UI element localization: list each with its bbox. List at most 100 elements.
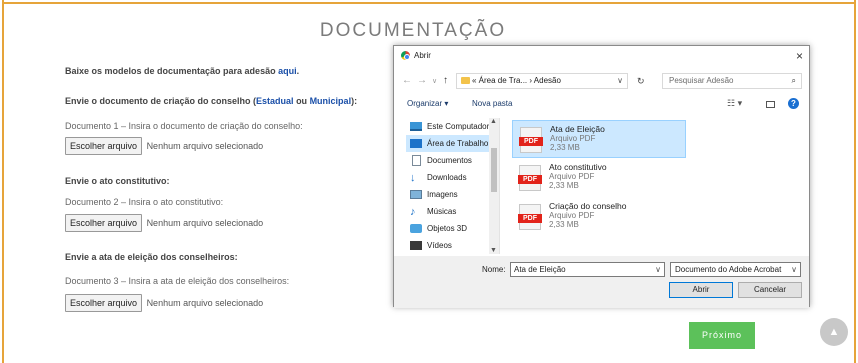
pdf-badge: PDF [518, 214, 542, 223]
file-type-select[interactable]: Documento do Adobe Acrobat ∨ [670, 262, 801, 277]
frame-border-top [2, 2, 856, 4]
nav-item-desktop[interactable]: Área de Trabalho [406, 135, 490, 152]
nav-item-documents[interactable]: Documentos [406, 152, 490, 169]
dialog-navbar: ← → ∨ ↑ « Área de Tra... › Adesão ∨ ↻ Pe… [394, 70, 809, 92]
help-icon[interactable]: ? [788, 98, 799, 109]
file-type: Arquivo PDF [549, 211, 595, 220]
file-name: Ata de Eleição [550, 124, 605, 134]
nav-item-label: Vídeos [427, 241, 452, 250]
download-line: Baixe os modelos de documentação para ad… [65, 66, 299, 76]
view-options-icon[interactable]: ☷ ▾ [727, 98, 742, 109]
close-icon[interactable]: × [796, 49, 803, 63]
scroll-up-icon[interactable]: ▲ [490, 118, 497, 125]
doc1-file-status: Nenhum arquivo selecionado [146, 141, 264, 151]
pdf-icon: PDF [519, 127, 543, 153]
music-icon: ♪ [410, 206, 416, 218]
organize-menu[interactable]: Organizar ▾ [407, 99, 448, 108]
file-item-ata-de-eleicao[interactable]: PDF Ata de Eleição Arquivo PDF 2,33 MB [512, 120, 686, 158]
pdf-badge: PDF [518, 175, 542, 184]
scroll-thumb[interactable] [491, 148, 497, 192]
chevron-down-icon[interactable]: ∨ [791, 263, 797, 276]
open-button[interactable]: Abrir [669, 282, 733, 298]
file-name: Ato constitutivo [549, 162, 607, 172]
preview-pane-icon[interactable] [766, 101, 775, 108]
doc1-file-input: Escolher arquivo Nenhum arquivo selecion… [65, 137, 263, 155]
doc2-file-status: Nenhum arquivo selecionado [146, 218, 264, 228]
next-button[interactable]: Próximo [689, 322, 755, 349]
nav-item-label: Documentos [427, 156, 472, 165]
search-input[interactable]: Pesquisar Adesão ⌕ [662, 73, 802, 89]
dialog-bottom-bar: Nome: Ata de Eleição ∨ Documento do Adob… [394, 256, 809, 308]
nav-item-3d-objects[interactable]: Objetos 3D [406, 220, 490, 237]
pdf-icon: PDF [518, 165, 542, 191]
nav-item-label: Downloads [427, 173, 467, 182]
nav-item-label: Músicas [427, 207, 457, 216]
doc3-label: Documento 3 – Insira a ata de eleição do… [65, 276, 290, 286]
images-icon [410, 190, 422, 199]
back-arrow-icon[interactable]: ← [402, 75, 412, 86]
section1-mid: ou [293, 96, 310, 106]
page-title: DOCUMENTAÇÃO [319, 20, 507, 41]
file-list: PDF Ata de Eleição Arquivo PDF 2,33 MB P… [509, 118, 803, 254]
chevron-up-icon: ▲ [828, 326, 840, 338]
scroll-down-icon[interactable]: ▼ [490, 247, 497, 254]
recent-dropdown-icon[interactable]: ∨ [432, 77, 437, 85]
doc2-file-input: Escolher arquivo Nenhum arquivo selecion… [65, 214, 263, 232]
section1-heading: Envie o documento de criação do conselho… [65, 96, 357, 106]
downloads-icon: ↓ [410, 172, 416, 184]
file-item-ato-constitutivo[interactable]: PDF Ato constitutivo Arquivo PDF 2,33 MB [512, 159, 686, 197]
pdf-badge: PDF [519, 137, 543, 146]
nav-item-videos[interactable]: Vídeos [406, 237, 490, 254]
search-icon: ⌕ [791, 76, 796, 85]
nav-item-label: Imagens [427, 190, 458, 199]
forward-arrow-icon[interactable]: → [417, 75, 427, 86]
download-end: . [296, 66, 300, 76]
doc3-file-status: Nenhum arquivo selecionado [146, 298, 264, 308]
file-item-criacao-do-conselho[interactable]: PDF Criação do conselho Arquivo PDF 2,33… [512, 198, 686, 236]
doc2-label: Documento 2 – Insira o ato constitutivo: [65, 197, 224, 207]
navigation-pane: Este Computador Área de Trabalho Documen… [406, 118, 500, 254]
nav-scrollbar[interactable]: ▲ ▼ [489, 118, 499, 254]
download-link[interactable]: aqui [278, 66, 297, 76]
doc3-choose-file-button[interactable]: Escolher arquivo [65, 294, 143, 312]
doc1-label: Documento 1 – Insira o documento de cria… [65, 121, 303, 131]
chevron-down-icon[interactable]: ∨ [617, 74, 623, 88]
up-arrow-icon[interactable]: ↑ [443, 75, 448, 86]
new-folder-button[interactable]: Nova pasta [472, 99, 512, 108]
frame-border-right [854, 0, 856, 363]
computer-icon [410, 122, 422, 131]
nav-item-label: Este Computador [427, 122, 490, 131]
dialog-title: Abrir [414, 51, 431, 60]
nav-item-images[interactable]: Imagens [406, 186, 490, 203]
nav-item-label: Área de Trabalho [427, 139, 489, 148]
file-size: 2,33 MB [549, 181, 579, 190]
file-name-input[interactable]: Ata de Eleição ∨ [510, 262, 665, 277]
address-path: « Área de Tra... › Adesão [472, 76, 561, 85]
dialog-titlebar: Abrir × [394, 46, 809, 66]
chevron-down-icon[interactable]: ∨ [655, 263, 661, 276]
objects3d-icon [410, 224, 422, 233]
file-type: Arquivo PDF [550, 134, 596, 143]
nav-item-music[interactable]: ♪ Músicas [406, 203, 490, 220]
file-name-label: Nome: [482, 265, 506, 274]
refresh-icon[interactable]: ↻ [637, 76, 645, 87]
file-size: 2,33 MB [550, 143, 580, 152]
file-name-value: Ata de Eleição [514, 265, 566, 274]
doc2-choose-file-button[interactable]: Escolher arquivo [65, 214, 143, 232]
section1-text: Envie o documento de criação do conselho… [65, 96, 257, 106]
address-bar[interactable]: « Área de Tra... › Adesão ∨ [456, 73, 628, 89]
doc3-file-input: Escolher arquivo Nenhum arquivo selecion… [65, 294, 263, 312]
estadual-link[interactable]: Estadual [256, 96, 294, 106]
dialog-toolbar: Organizar ▾ Nova pasta ☷ ▾ ? [394, 96, 809, 112]
nav-item-downloads[interactable]: ↓ Downloads [406, 169, 490, 186]
pdf-icon: PDF [518, 204, 542, 230]
section3-heading: Envie a ata de eleição dos conselheiros: [65, 252, 238, 262]
scroll-top-button[interactable]: ▲ [820, 318, 848, 346]
cancel-button[interactable]: Cancelar [738, 282, 802, 298]
municipal-link[interactable]: Municipal [310, 96, 352, 106]
nav-item-computer[interactable]: Este Computador [406, 118, 490, 135]
doc1-choose-file-button[interactable]: Escolher arquivo [65, 137, 143, 155]
search-placeholder: Pesquisar Adesão [669, 76, 734, 85]
file-open-dialog: Abrir × ← → ∨ ↑ « Área de Tra... › Adesã… [393, 45, 810, 308]
folder-icon [461, 77, 470, 85]
